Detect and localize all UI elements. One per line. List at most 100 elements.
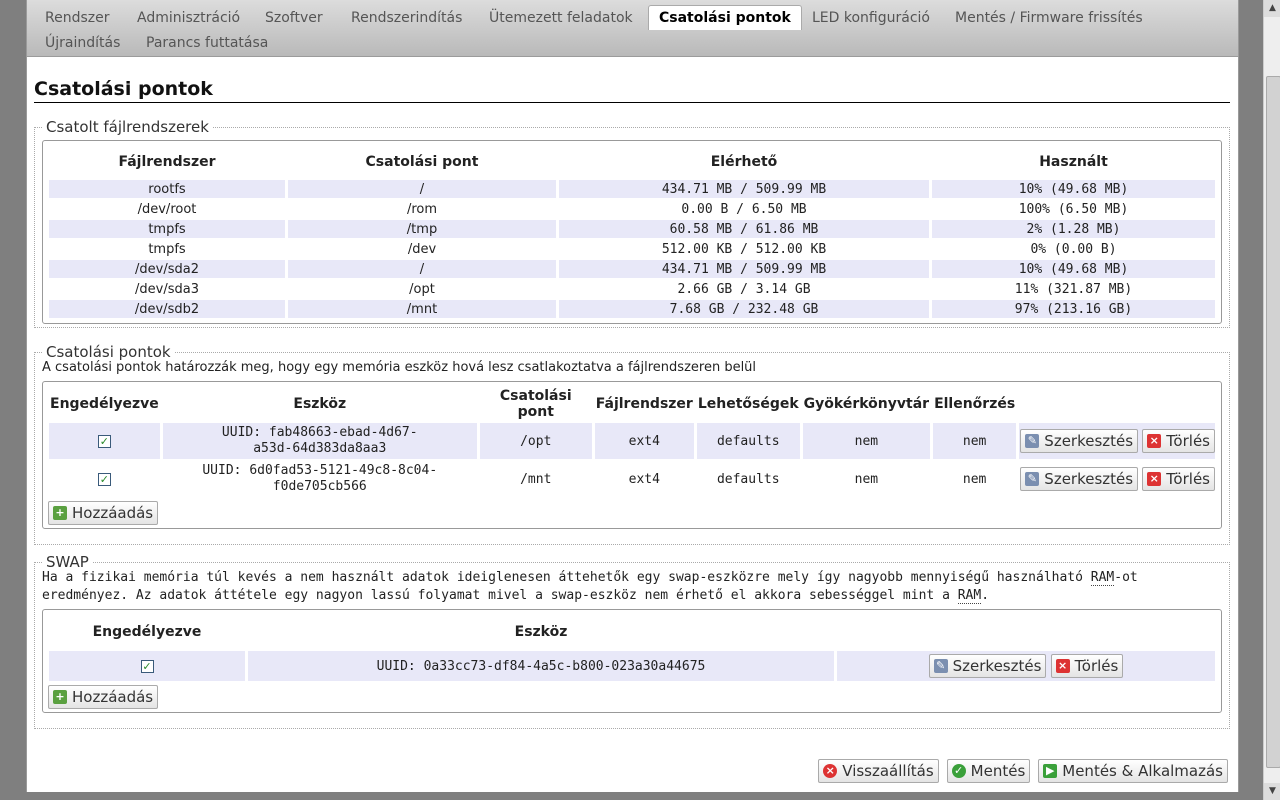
- cell-available: 512.00 KB / 512.00 KB: [559, 240, 929, 258]
- edit-icon: ✎: [933, 659, 948, 673]
- device-uuid-line1: UUID: 6d0fad53-5121-49c8-8c04-: [202, 463, 438, 478]
- tab-adminisztracio[interactable]: Adminisztráció: [127, 6, 250, 30]
- table-row: tmpfs /tmp 60.58 MB / 61.86 MB 2% (1.28 …: [49, 220, 1215, 238]
- cell-device: UUID: 0a33cc73-df84-4a5c-b800-023a30a446…: [248, 651, 834, 681]
- enabled-checkbox[interactable]: ✓: [140, 659, 154, 673]
- cell-filesystem: /dev/root: [49, 200, 285, 218]
- add-mountpoint-button[interactable]: + Hozzáadás: [48, 501, 159, 525]
- tab-parancs-futtatasa[interactable]: Parancs futtatása: [136, 31, 278, 55]
- tab-rendszer[interactable]: Rendszer: [35, 6, 119, 30]
- reset-button[interactable]: × Visszaállítás: [818, 759, 939, 783]
- cell-actions: ✎ Szerkesztés × Törlés: [1019, 423, 1215, 459]
- delete-button[interactable]: × Törlés: [1050, 654, 1124, 678]
- cell-used: 2% (1.28 MB): [932, 220, 1215, 238]
- edit-button-label: Szerkesztés: [1044, 470, 1134, 488]
- mounted-filesystems-table: Fájlrendszer Csatolási pont Elérhető Has…: [46, 144, 1218, 320]
- cell-mountpoint: /dev: [288, 240, 556, 258]
- header-rootdir: Gyökérkönyvtár: [803, 396, 930, 412]
- edit-button[interactable]: ✎ Szerkesztés: [1020, 429, 1139, 453]
- swap-desc-part3: .: [981, 588, 990, 603]
- cell-mountpoint: /mnt: [479, 461, 592, 497]
- mountpoints-table: Engedélyezve Eszköz Csatolási pont Fájlr…: [46, 385, 1218, 499]
- cell-rootdir: nem: [802, 423, 931, 459]
- table-row: /dev/sda3 /opt 2.66 GB / 3.14 GB 11% (32…: [49, 280, 1215, 298]
- delete-icon: ×: [1147, 434, 1162, 448]
- delete-icon: ×: [1055, 659, 1070, 673]
- add-swap-button[interactable]: + Hozzáadás: [48, 685, 159, 709]
- edit-button[interactable]: ✎ Szerkesztés: [928, 654, 1047, 678]
- cell-options: defaults: [696, 423, 800, 459]
- device-uuid-line1: UUID: fab48663-ebad-4d67-: [221, 425, 418, 440]
- table-row: ✓ UUID: 0a33cc73-df84-4a5c-b800-023a30a4…: [49, 651, 1215, 681]
- table-row: /dev/sda2 / 434.71 MB / 509.99 MB 10% (4…: [49, 260, 1215, 278]
- header-options: Lehetőségek: [697, 396, 799, 412]
- header-check: Ellenőrzés: [934, 396, 1016, 412]
- add-button-label: Hozzáadás: [72, 688, 154, 706]
- header-available: Elérhető: [710, 154, 778, 170]
- cell-filesystem: tmpfs: [49, 220, 285, 238]
- table-row: ✓ UUID: 6d0fad53-5121-49c8-8c04- f0de705…: [49, 461, 1215, 497]
- enabled-checkbox[interactable]: ✓: [97, 472, 111, 486]
- edit-button[interactable]: ✎ Szerkesztés: [1020, 467, 1139, 491]
- cell-available: 7.68 GB / 232.48 GB: [559, 300, 929, 318]
- cell-filesystem: rootfs: [49, 180, 285, 198]
- tab-led-konfiguracio[interactable]: LED konfiguráció: [802, 6, 940, 30]
- cell-rootdir: nem: [802, 461, 931, 497]
- cell-check: nem: [933, 423, 1017, 459]
- save-button-label: Mentés: [970, 762, 1026, 780]
- scrollbar-thumb[interactable]: [1266, 76, 1280, 768]
- cell-filesystem: ext4: [594, 423, 694, 459]
- cell-mountpoint: /: [288, 180, 556, 198]
- delete-button[interactable]: × Törlés: [1142, 429, 1215, 453]
- vertical-scrollbar[interactable]: ▲ ▼: [1263, 0, 1280, 800]
- cell-check: nem: [933, 461, 1017, 497]
- cell-filesystem: /dev/sda2: [49, 260, 285, 278]
- cell-used: 10% (49.68 MB): [932, 180, 1215, 198]
- cell-used: 0% (0.00 B): [932, 240, 1215, 258]
- header-actions: [1019, 387, 1215, 421]
- tab-ujrainditas[interactable]: Újraindítás: [35, 31, 130, 55]
- form-actions: × Visszaállítás ✓ Mentés ▶ Mentés & Alkalma…: [818, 759, 1228, 783]
- tab-rendszerinditas[interactable]: Rendszerindítás: [341, 6, 472, 30]
- mountpoints-description: A csatolási pontok határozzák meg, hogy …: [42, 360, 757, 375]
- tab-csatolasi-pontok[interactable]: Csatolási pontok: [648, 5, 802, 30]
- cell-mountpoint: /opt: [479, 423, 592, 459]
- header-enabled: Engedélyezve: [50, 396, 159, 412]
- delete-button[interactable]: × Törlés: [1142, 467, 1215, 491]
- edit-button-label: Szerkesztés: [952, 657, 1042, 675]
- cell-options: defaults: [696, 461, 800, 497]
- reset-icon: ×: [823, 764, 838, 778]
- device-uuid-line2: f0de705cb566: [272, 479, 367, 494]
- tab-mentes-firmware[interactable]: Mentés / Firmware frissítés: [945, 6, 1153, 30]
- cell-mountpoint: /tmp: [288, 220, 556, 238]
- cell-mountpoint: /opt: [288, 280, 556, 298]
- tab-utemezett-feladatok[interactable]: Ütemezett feladatok: [479, 6, 643, 30]
- table-row: /dev/root /rom 0.00 B / 6.50 MB 100% (6.…: [49, 200, 1215, 218]
- cell-used: 10% (49.68 MB): [932, 260, 1215, 278]
- swap-description: Ha a fizikai memória túl kevés a nem has…: [42, 569, 1222, 605]
- page-title: Csatolási pontok: [34, 78, 1230, 103]
- header-mountpoint: Csatolási pont: [499, 388, 572, 420]
- table-row: ✓ UUID: fab48663-ebad-4d67- a53d-64d383d…: [49, 423, 1215, 459]
- header-device: Eszköz: [514, 624, 568, 640]
- mounted-filesystems-table-wrap: Fájlrendszer Csatolási pont Elérhető Has…: [42, 140, 1222, 324]
- delete-button-label: Törlés: [1074, 657, 1119, 675]
- enabled-checkbox[interactable]: ✓: [97, 434, 111, 448]
- save-apply-button[interactable]: ▶ Mentés & Alkalmazás: [1038, 759, 1228, 783]
- scroll-up-icon[interactable]: ▲: [1264, 0, 1280, 17]
- save-button[interactable]: ✓ Mentés: [946, 759, 1031, 783]
- swap-table-wrap: Engedélyezve Eszköz ✓ UUID: 0a33cc73-df8…: [42, 609, 1222, 713]
- header-actions: [837, 615, 1215, 649]
- tab-szoftver[interactable]: Szoftver: [255, 6, 333, 30]
- table-row: rootfs / 434.71 MB / 509.99 MB 10% (49.6…: [49, 180, 1215, 198]
- table-row: tmpfs /dev 512.00 KB / 512.00 KB 0% (0.0…: [49, 240, 1215, 258]
- swap-section: SWAP Ha a fizikai memória túl kevés a ne…: [34, 553, 1230, 729]
- page-container: Rendszer Adminisztráció Szoftver Rendsze…: [26, 0, 1239, 792]
- scroll-down-icon[interactable]: ▼: [1264, 783, 1280, 800]
- cell-mountpoint: /: [288, 260, 556, 278]
- reset-button-label: Visszaállítás: [842, 762, 934, 780]
- save-apply-button-label: Mentés & Alkalmazás: [1062, 762, 1223, 780]
- delete-icon: ×: [1147, 472, 1162, 486]
- cell-used: 97% (213.16 GB): [932, 300, 1215, 318]
- cell-used: 100% (6.50 MB): [932, 200, 1215, 218]
